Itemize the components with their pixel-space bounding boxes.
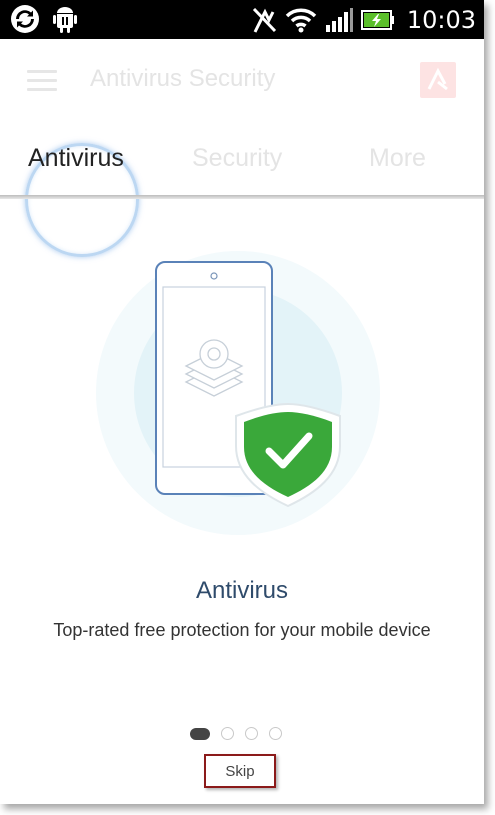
page-indicator [190, 727, 282, 740]
wifi-icon [285, 8, 317, 32]
page-dot-active [190, 727, 210, 740]
app-title: Antivirus Security [90, 65, 276, 92]
avira-logo-icon [420, 62, 456, 98]
screen-frame: 10:03 Antivirus Security Antivirus Secur… [0, 0, 484, 804]
tab-security[interactable]: Security [192, 144, 282, 173]
onboarding-headline: Antivirus [195, 577, 289, 604]
clock: 10:03 [406, 5, 476, 34]
page-dot [221, 727, 234, 740]
skip-button[interactable]: Skip [204, 754, 276, 788]
app-bar: Antivirus Security Antivirus Security Mo… [0, 39, 484, 257]
nfc-off-icon [252, 7, 276, 33]
tab-more[interactable]: More [369, 144, 426, 173]
tab-antivirus[interactable]: Antivirus [28, 144, 124, 173]
phone-with-shield-check-icon [96, 251, 380, 535]
signal-icon [325, 7, 353, 32]
battery-charging-icon [360, 9, 394, 30]
tab-divider [0, 195, 484, 199]
page-dot [245, 727, 258, 740]
android-debug-icon [53, 7, 77, 33]
status-bar: 10:03 [0, 0, 484, 39]
sync-icon [11, 5, 39, 33]
page-dot [269, 727, 282, 740]
hamburger-menu-icon[interactable] [27, 70, 57, 92]
onboarding-description: Top-rated free protection for your mobil… [53, 620, 431, 640]
